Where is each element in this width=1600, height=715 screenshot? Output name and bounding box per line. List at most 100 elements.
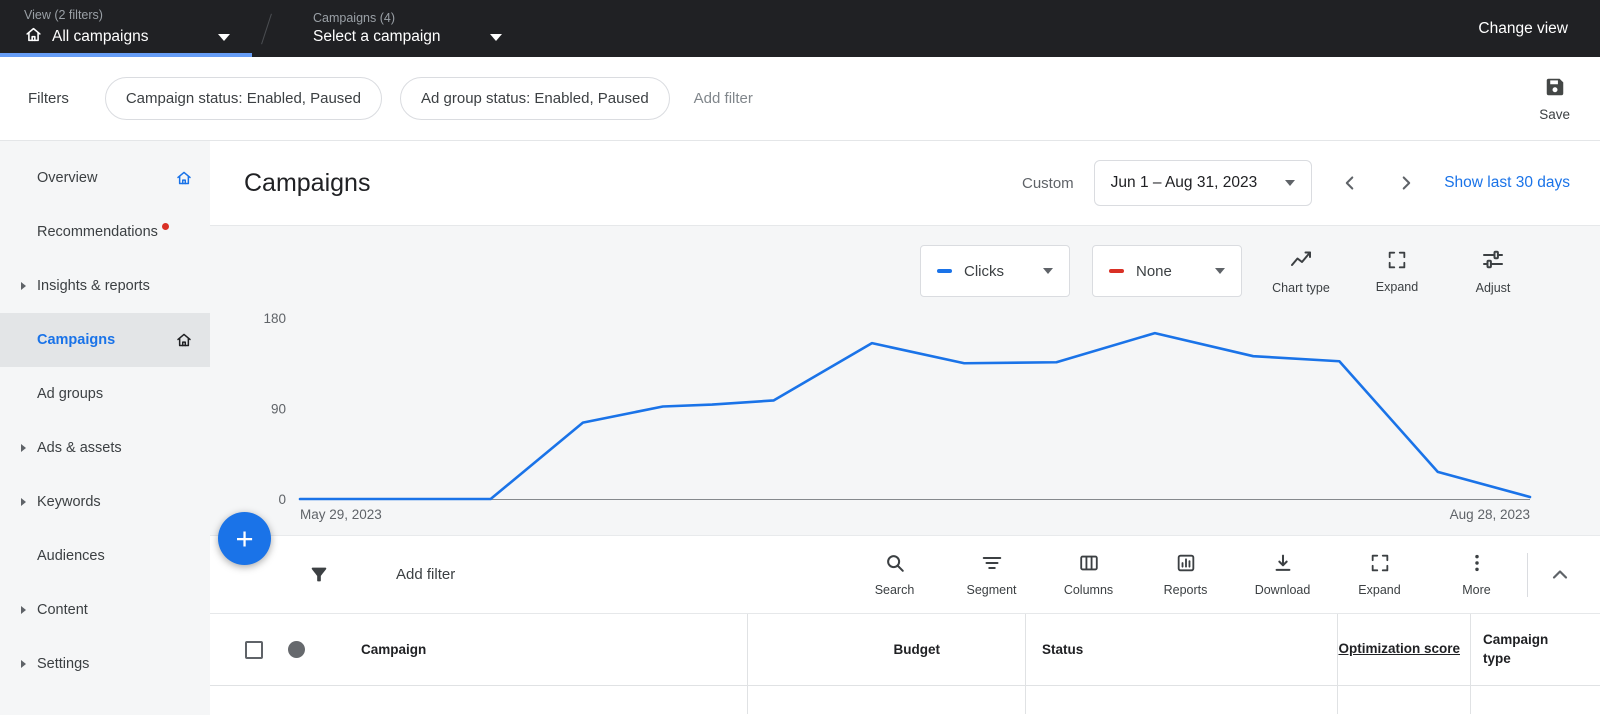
next-period-button[interactable] xyxy=(1388,165,1424,201)
chart-type-button[interactable]: Chart type xyxy=(1264,248,1338,295)
x-axis-start-label: May 29, 2023 xyxy=(300,507,382,522)
filter-chip-ad-group-status[interactable]: Ad group status: Enabled, Paused xyxy=(400,77,670,120)
page-title: Campaigns xyxy=(244,169,370,198)
x-axis-end-label: Aug 28, 2023 xyxy=(1450,507,1530,522)
sidebar-item-label: Audiences xyxy=(37,548,105,564)
add-campaign-fab[interactable]: + xyxy=(218,512,271,565)
sidebar-item-label: Keywords xyxy=(37,494,101,510)
table-header-row: Campaign Budget Status Optimization scor… xyxy=(210,614,1600,686)
column-header-optimization-score[interactable]: Optimization score xyxy=(1338,640,1460,658)
sidebar-item-settings[interactable]: Settings xyxy=(0,637,210,691)
more-label: More xyxy=(1462,583,1490,597)
segment-button[interactable]: Segment xyxy=(943,552,1040,597)
table-expand-label: Expand xyxy=(1358,583,1400,597)
add-filter-link[interactable]: Add filter xyxy=(694,90,753,107)
show-last-30-days-link[interactable]: Show last 30 days xyxy=(1444,174,1570,192)
date-range-picker[interactable]: Jun 1 – Aug 31, 2023 xyxy=(1094,160,1313,206)
chevron-down-icon xyxy=(1043,268,1053,274)
filters-label: Filters xyxy=(28,90,69,107)
plus-icon: + xyxy=(235,521,253,557)
segment-label: Segment xyxy=(966,583,1016,597)
sidebar-item-keywords[interactable]: Keywords xyxy=(0,475,210,529)
table-toolbar: Add filter Search Segment xyxy=(210,536,1600,614)
campaign-selector[interactable]: Campaigns (4) Select a campaign xyxy=(313,0,502,57)
metric-1-swatch xyxy=(937,269,952,273)
selector-separator xyxy=(261,13,272,44)
line-chart: 180 90 0 xyxy=(240,318,1530,500)
date-range-value: Jun 1 – Aug 31, 2023 xyxy=(1111,174,1258,192)
chevron-right-icon xyxy=(21,498,26,506)
view-selector[interactable]: View (2 filters) All campaigns xyxy=(0,0,252,57)
main-content: Campaigns Custom Jun 1 – Aug 31, 2023 Sh… xyxy=(210,141,1600,715)
metric-2-dropdown[interactable]: None xyxy=(1092,245,1242,297)
home-icon xyxy=(24,25,43,49)
y-tick-0: 0 xyxy=(278,492,286,507)
metric-1-value: Clicks xyxy=(964,263,1004,280)
sidebar-item-recommendations[interactable]: Recommendations xyxy=(0,205,210,259)
sidebar-item-ads-assets[interactable]: Ads & assets xyxy=(0,421,210,475)
chevron-right-icon xyxy=(21,606,26,614)
chevron-down-icon xyxy=(1285,180,1295,186)
previous-period-button[interactable] xyxy=(1332,165,1368,201)
title-row: Campaigns Custom Jun 1 – Aug 31, 2023 Sh… xyxy=(210,141,1600,226)
filters-bar: Filters Campaign status: Enabled, Paused… xyxy=(0,57,1600,141)
table-expand-button[interactable]: Expand xyxy=(1331,552,1428,597)
sidebar-item-label: Ads & assets xyxy=(37,440,122,456)
reports-button[interactable]: Reports xyxy=(1137,552,1234,597)
search-icon xyxy=(884,552,906,577)
home-icon xyxy=(175,169,193,187)
sidebar-item-label: Overview xyxy=(37,170,97,186)
chart-expand-label: Expand xyxy=(1376,280,1418,294)
status-circle-icon[interactable] xyxy=(288,641,305,658)
sidebar-item-campaigns[interactable]: Campaigns xyxy=(0,313,210,367)
sidebar-item-label: Insights & reports xyxy=(37,278,150,294)
campaign-selector-label: Campaigns (4) xyxy=(313,11,502,25)
columns-button[interactable]: Columns xyxy=(1040,552,1137,597)
funnel-icon[interactable] xyxy=(308,564,330,586)
date-mode-label: Custom xyxy=(1022,175,1074,192)
clicks-chart-svg xyxy=(300,318,1530,499)
table-add-filter-button[interactable]: Add filter xyxy=(396,566,455,583)
expand-icon xyxy=(1386,249,1408,274)
sidebar-nav: Overview Recommendations Insights & repo… xyxy=(0,141,210,715)
chart-panel: Clicks None Chart type xyxy=(210,226,1600,536)
column-header-status[interactable]: Status xyxy=(1042,642,1083,657)
sidebar-item-ad-groups[interactable]: Ad groups xyxy=(0,367,210,421)
table-row xyxy=(210,686,1600,714)
filter-chip-campaign-status[interactable]: Campaign status: Enabled, Paused xyxy=(105,77,382,120)
sidebar-item-overview[interactable]: Overview xyxy=(0,151,210,205)
y-tick-90: 90 xyxy=(271,402,286,417)
sidebar-item-label: Settings xyxy=(37,656,89,672)
sidebar-item-audiences[interactable]: Audiences xyxy=(0,529,210,583)
chart-adjust-button[interactable]: Adjust xyxy=(1456,248,1530,295)
select-all-checkbox[interactable] xyxy=(245,641,263,659)
column-header-campaign[interactable]: Campaign xyxy=(361,642,426,657)
save-button[interactable]: Save xyxy=(1539,76,1570,122)
chevron-up-icon xyxy=(1548,563,1572,587)
more-button[interactable]: More xyxy=(1428,552,1525,597)
search-button[interactable]: Search xyxy=(846,552,943,597)
sidebar-item-insights-reports[interactable]: Insights & reports xyxy=(0,259,210,313)
chart-plot-area xyxy=(300,318,1530,500)
clicks-series-line xyxy=(300,333,1530,499)
download-label: Download xyxy=(1255,583,1311,597)
chart-adjust-label: Adjust xyxy=(1476,281,1511,295)
sidebar-item-content[interactable]: Content xyxy=(0,583,210,637)
notification-dot xyxy=(162,223,169,230)
column-header-budget[interactable]: Budget xyxy=(894,642,941,657)
chevron-down-icon xyxy=(218,34,230,41)
column-header-campaign-type[interactable]: Campaign type xyxy=(1483,631,1557,667)
more-icon xyxy=(1466,552,1488,577)
metric-2-value: None xyxy=(1136,263,1172,280)
collapse-table-button[interactable] xyxy=(1534,563,1586,587)
metric-1-dropdown[interactable]: Clicks xyxy=(920,245,1070,297)
chart-controls: Clicks None Chart type xyxy=(240,238,1530,304)
y-tick-180: 180 xyxy=(263,311,286,326)
sidebar-item-label: Campaigns xyxy=(37,332,115,348)
view-selector-label: View (2 filters) xyxy=(24,8,252,22)
download-button[interactable]: Download xyxy=(1234,552,1331,597)
chart-expand-button[interactable]: Expand xyxy=(1360,249,1434,294)
change-view-button[interactable]: Change view xyxy=(1478,20,1600,38)
chevron-down-icon xyxy=(490,34,502,41)
download-icon xyxy=(1272,552,1294,577)
